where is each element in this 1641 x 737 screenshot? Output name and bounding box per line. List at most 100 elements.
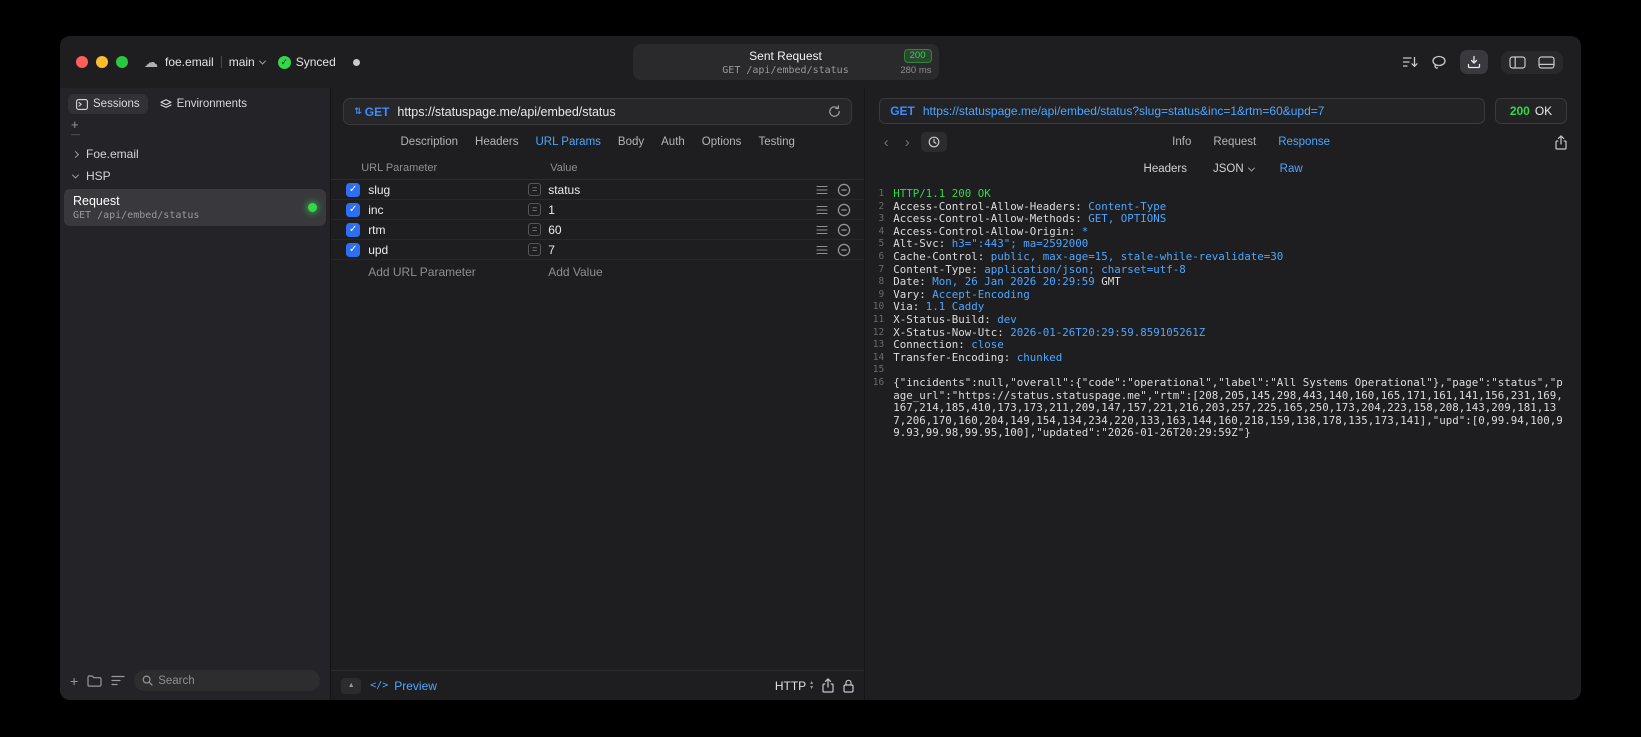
response-subtabbar: Headers JSON Raw	[865, 157, 1581, 181]
remove-param-icon[interactable]	[837, 243, 851, 257]
share-icon[interactable]	[822, 678, 834, 693]
history-forward-icon[interactable]: ›	[900, 134, 914, 151]
line-text: {"incidents":null,"overall":{"code":"ope…	[893, 375, 1563, 440]
sidebar-footer: +	[60, 662, 330, 700]
sort-icon[interactable]	[1402, 55, 1418, 69]
param-value[interactable]: 1	[548, 203, 555, 217]
traffic-lights	[76, 56, 128, 68]
param-row: ✓ upd = 7	[331, 240, 865, 260]
tab-url-params[interactable]: URL Params	[536, 136, 601, 148]
toggle-left-panel-icon[interactable]	[1509, 55, 1526, 69]
tab-request[interactable]: Request	[1213, 136, 1256, 148]
reorder-lines-icon[interactable]	[816, 205, 828, 215]
lock-icon[interactable]	[843, 679, 854, 693]
request-pane: ⇅ GET https://statuspage.me/api/embed/st…	[331, 88, 866, 700]
method-selector[interactable]: ⇅ GET	[354, 105, 389, 119]
sidebar-request-item[interactable]: Request GET /api/embed/status	[64, 189, 327, 226]
toggle-bottom-panel-icon[interactable]	[1538, 55, 1555, 69]
param-name[interactable]: inc	[368, 203, 528, 217]
reorder-lines-icon[interactable]	[816, 245, 828, 255]
param-name[interactable]: slug	[368, 183, 528, 197]
add-param-name[interactable]: Add URL Parameter	[368, 265, 528, 279]
history-back-icon[interactable]: ‹	[879, 134, 893, 151]
close-button[interactable]	[76, 56, 88, 68]
equals-badge-icon: =	[528, 243, 542, 256]
remove-param-icon[interactable]	[837, 203, 851, 217]
search-input[interactable]	[158, 674, 313, 687]
tab-auth[interactable]: Auth	[661, 136, 685, 148]
share-icon[interactable]	[1555, 134, 1567, 150]
response-pane: GET https://statuspage.me/api/embed/stat…	[865, 88, 1581, 700]
tab-testing[interactable]: Testing	[758, 136, 794, 148]
project-name[interactable]: foe.email	[165, 55, 214, 69]
request-footer: ▲ </> Preview HTTP ▴ ▾	[331, 670, 865, 700]
tree-group-foe-email[interactable]: Foe.email	[60, 143, 330, 165]
add-group-button[interactable]: +	[71, 118, 330, 131]
titlebar: ☁ foe.email main ✓ Synced Sent Request G…	[60, 36, 1581, 88]
request-url-text[interactable]: https://statuspage.me/api/embed/status	[397, 105, 615, 119]
subtab-json-label: JSON	[1212, 163, 1244, 175]
param-value-cell: = 1	[528, 203, 810, 217]
refresh-icon[interactable]	[828, 105, 841, 118]
tab-headers[interactable]: Headers	[475, 136, 518, 148]
tab-sessions-label: Sessions	[93, 98, 140, 110]
search-icon	[142, 675, 153, 686]
history-clock-icon[interactable]	[921, 132, 948, 152]
response-time: 280 ms	[900, 64, 932, 76]
environments-icon	[160, 98, 172, 108]
subtab-json[interactable]: JSON	[1212, 163, 1255, 175]
response-code[interactable]: 1 HTTP/1.1 200 OK 2 Access-Control-Allow-He…	[865, 181, 1581, 700]
request-status-pill[interactable]: Sent Request GET /api/embed/status 200 2…	[632, 44, 939, 80]
column-header-value: Value	[550, 162, 578, 174]
reorder-lines-icon[interactable]	[816, 185, 828, 195]
subtab-headers[interactable]: Headers	[1144, 163, 1187, 175]
minimize-button[interactable]	[96, 56, 108, 68]
param-checkbox[interactable]: ✓	[346, 202, 361, 217]
tab-sessions[interactable]: Sessions	[68, 94, 148, 114]
reorder-lines-icon[interactable]	[816, 225, 828, 235]
tree-group-hsp[interactable]: HSP	[60, 165, 330, 187]
tab-options[interactable]: Options	[702, 136, 742, 148]
param-name[interactable]: rtm	[368, 223, 528, 237]
request-url-bar[interactable]: ⇅ GET https://statuspage.me/api/embed/st…	[343, 98, 853, 125]
line-number: 11	[872, 313, 885, 325]
new-folder-icon[interactable]	[87, 674, 102, 687]
param-checkbox[interactable]: ✓	[346, 222, 361, 237]
tab-description[interactable]: Description	[401, 136, 459, 148]
tab-response[interactable]: Response	[1278, 136, 1330, 148]
line-number: 8	[878, 276, 885, 288]
remove-param-icon[interactable]	[837, 183, 851, 197]
lasso-icon[interactable]	[1431, 55, 1447, 70]
import-tray-icon[interactable]	[1460, 50, 1488, 74]
add-request-button[interactable]: +	[70, 674, 78, 688]
preview-button[interactable]: </> Preview	[370, 679, 437, 693]
remove-param-icon[interactable]	[837, 223, 851, 237]
status-text: OK	[1534, 104, 1553, 118]
line-number: 1	[878, 188, 885, 199]
sidebar-search[interactable]	[134, 670, 321, 691]
param-value[interactable]: status	[548, 183, 580, 197]
zoom-button[interactable]	[116, 56, 128, 68]
tab-info[interactable]: Info	[1172, 136, 1191, 148]
collapse-panel-icon[interactable]: ▲	[341, 677, 362, 694]
param-checkbox[interactable]: ✓	[346, 182, 361, 197]
tab-body[interactable]: Body	[618, 136, 644, 148]
param-name[interactable]: upd	[368, 243, 528, 257]
group-by-icon[interactable]	[111, 675, 125, 686]
add-param-value[interactable]: Add Value	[548, 265, 603, 279]
http-version-selector[interactable]: HTTP ▴ ▾	[775, 679, 813, 693]
branch-name: main	[228, 55, 255, 69]
param-add-row: Add URL Parameter Add Value	[331, 260, 864, 283]
http-label: HTTP	[774, 678, 807, 693]
param-value[interactable]: 7	[548, 243, 555, 257]
branch-selector[interactable]: main	[228, 55, 266, 69]
line-number: 14	[872, 351, 885, 363]
unsaved-indicator-dot	[352, 58, 360, 66]
param-value[interactable]: 60	[548, 223, 561, 237]
line-text: Transfer-Encoding: chunked	[893, 350, 1063, 364]
subtab-raw[interactable]: Raw	[1280, 163, 1303, 175]
sent-request-url[interactable]: GET https://statuspage.me/api/embed/stat…	[879, 98, 1485, 124]
param-checkbox[interactable]: ✓	[346, 242, 361, 257]
equals-badge-icon: =	[528, 223, 542, 236]
tab-environments[interactable]: Environments	[152, 94, 255, 114]
